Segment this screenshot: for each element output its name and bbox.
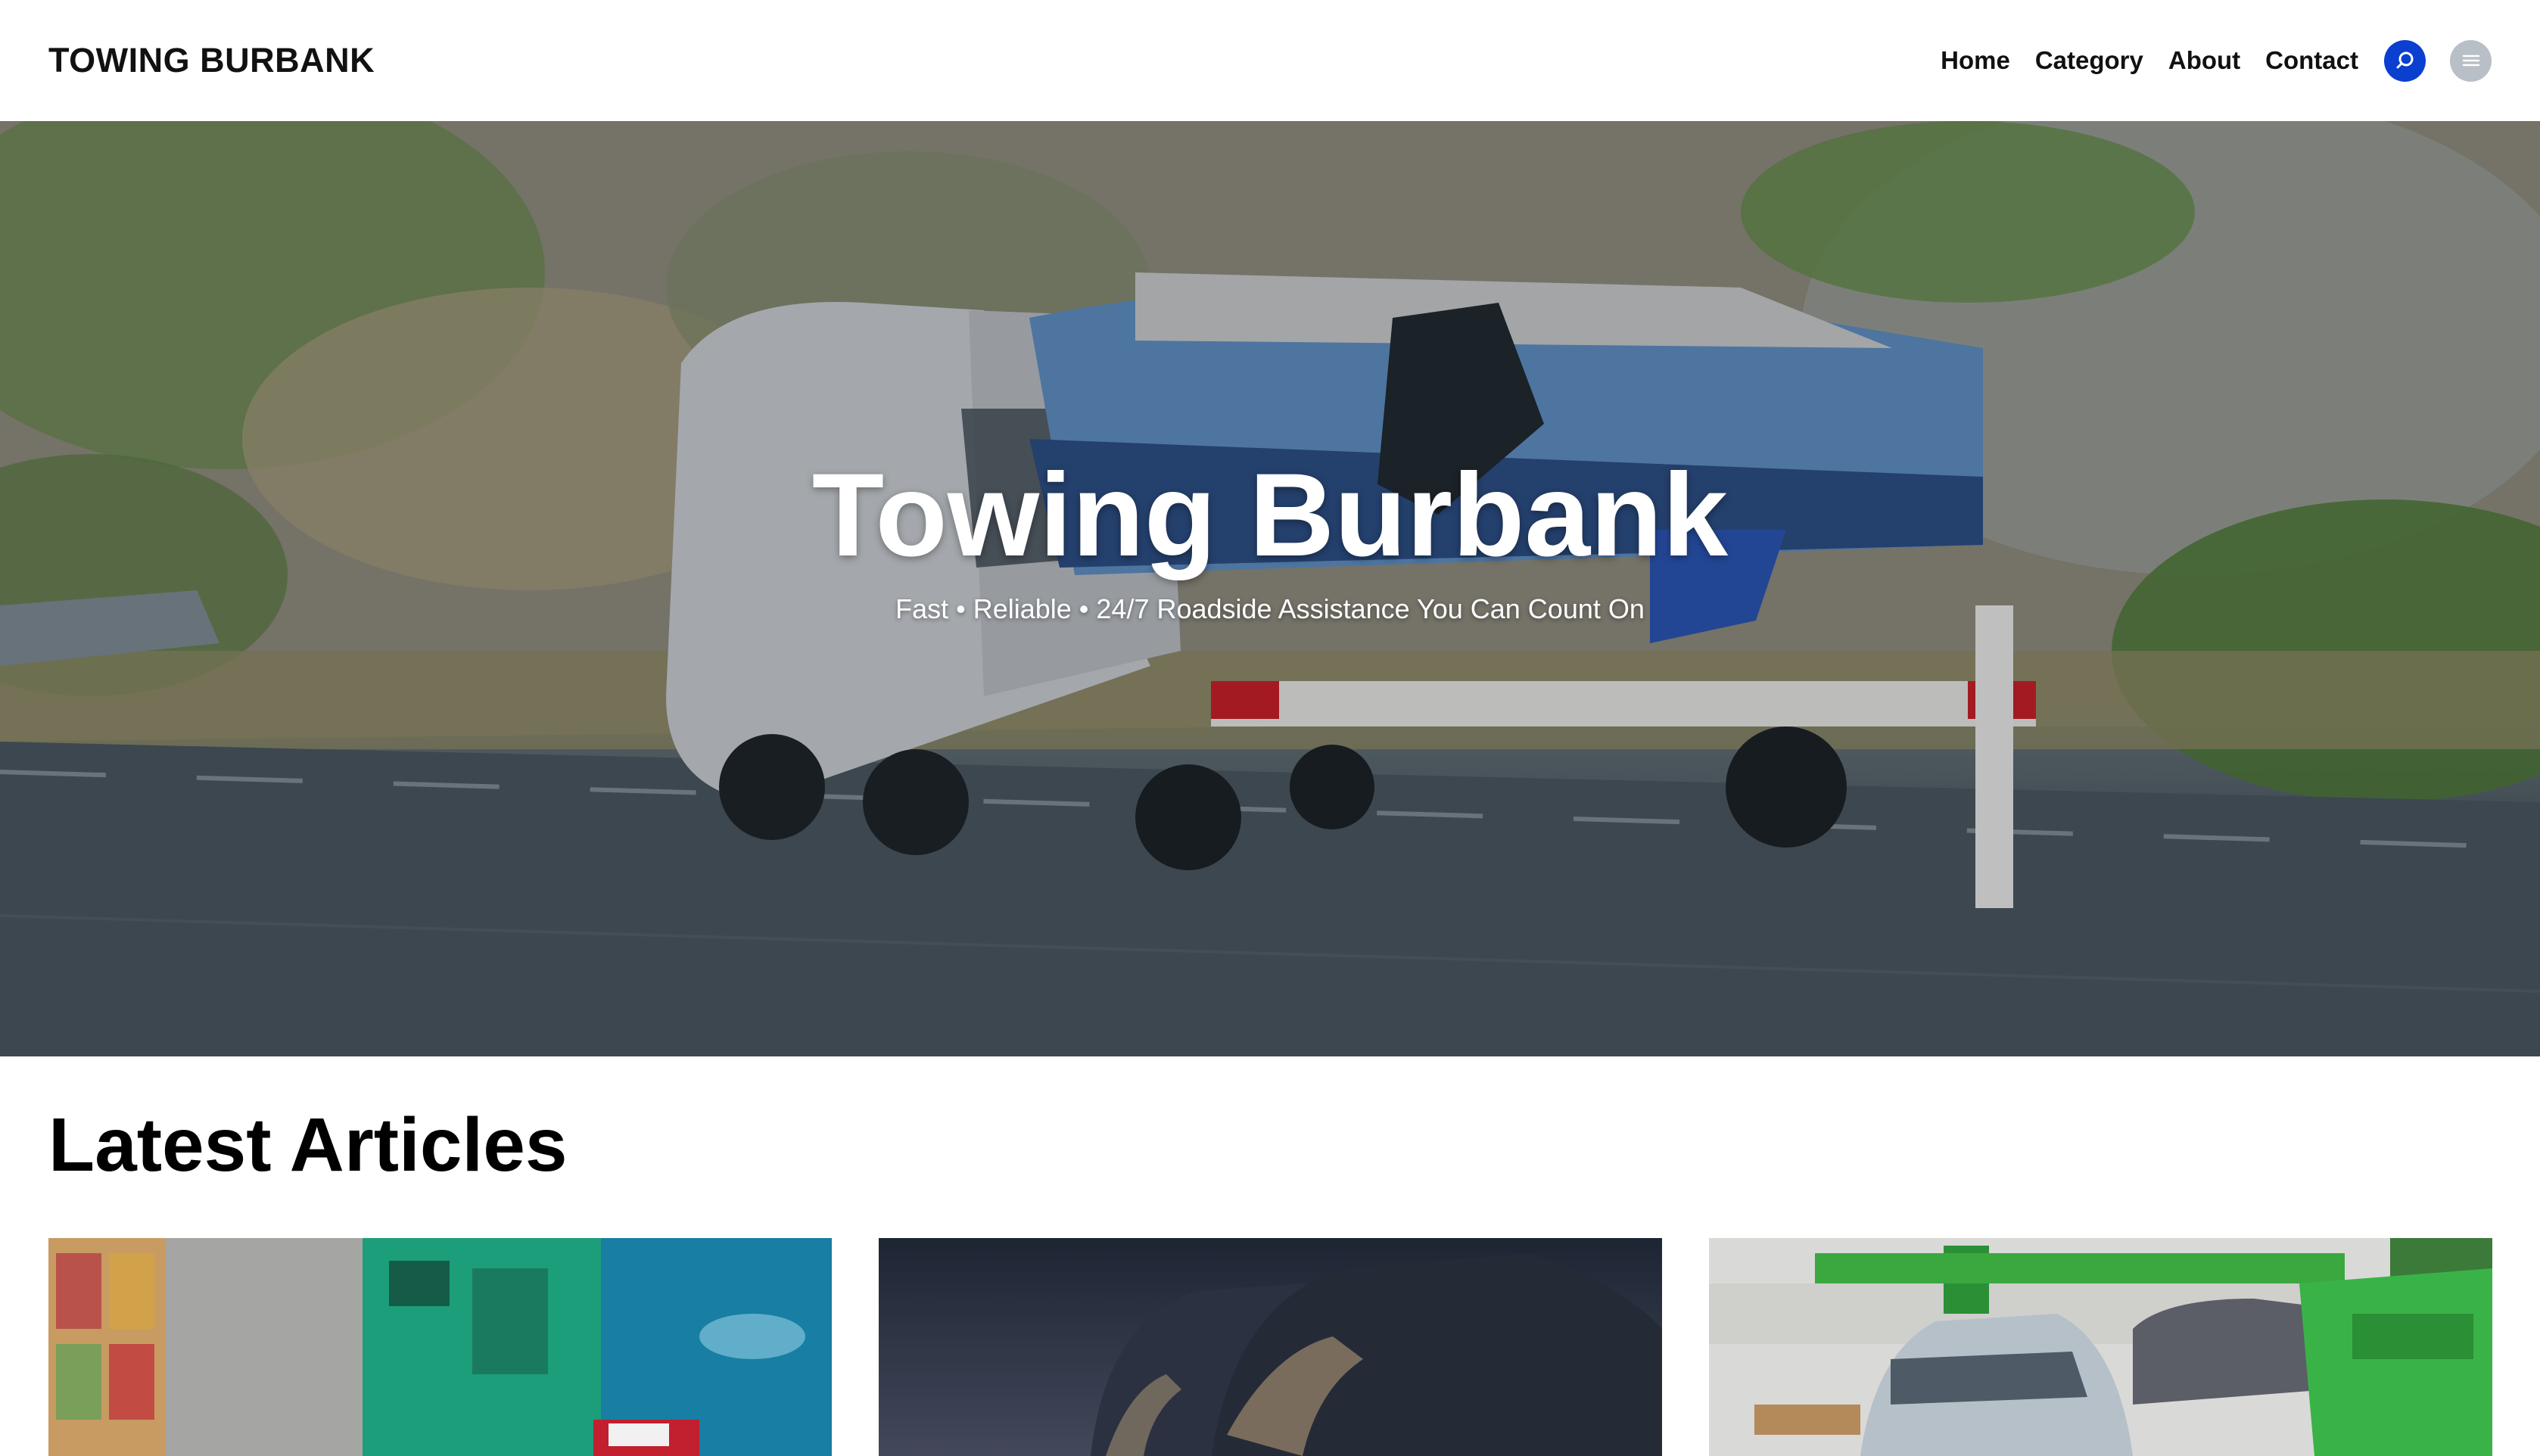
hero-banner: Towing Burbank Fast • Reliable • 24/7 Ro… (0, 121, 2540, 1056)
hero-overlay (0, 121, 2540, 1056)
nav-home[interactable]: Home (1941, 46, 2010, 75)
menu-icon (2462, 54, 2479, 67)
nav-about[interactable]: About (2168, 46, 2240, 75)
hero-subtitle: Fast • Reliable • 24/7 Roadside Assistan… (895, 593, 1645, 624)
search-button[interactable] (2384, 39, 2426, 82)
nav-category[interactable]: Category (2035, 46, 2143, 75)
article-card[interactable] (1709, 1238, 2492, 1456)
article-image-cargo-ship[interactable] (48, 1238, 832, 1456)
menu-button[interactable] (2450, 39, 2492, 82)
site-logo[interactable]: TOWING BURBANK (48, 41, 375, 80)
article-card[interactable] (48, 1238, 832, 1456)
main-nav: Home Category About Contact (1941, 39, 2492, 82)
search-icon (2396, 51, 2413, 69)
articles-grid (48, 1238, 2493, 1456)
article-image-covered-cars[interactable] (879, 1238, 1662, 1456)
nav-contact[interactable]: Contact (2265, 46, 2358, 75)
site-header: TOWING BURBANK Home Category About Conta… (0, 0, 2540, 121)
latest-articles-heading: Latest Articles (48, 1103, 568, 1187)
hero-title: Towing Burbank (811, 450, 1729, 581)
article-image-tow-truck[interactable] (1709, 1238, 2492, 1456)
article-card[interactable] (879, 1238, 1662, 1456)
